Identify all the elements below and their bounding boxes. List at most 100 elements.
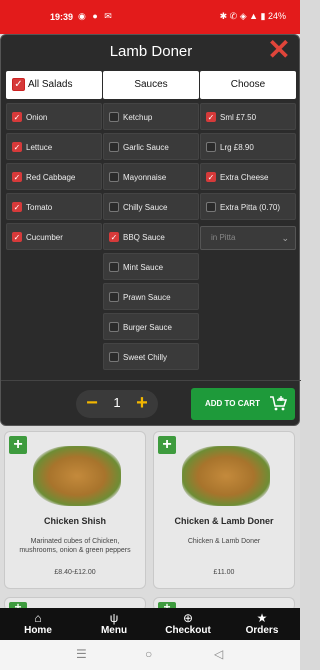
checkbox-checked-icon[interactable]: ✓ — [206, 172, 216, 182]
sauce-option-prawn[interactable]: Prawn Sauce — [103, 283, 199, 310]
item-options-modal: Lamb Doner ✕ ✓ All Salads ✓ Onion ✓ Lettuc… — [0, 34, 301, 426]
nav-checkout[interactable]: ⊕ Checkout — [158, 608, 218, 640]
checkbox-unchecked-icon[interactable] — [109, 142, 119, 152]
checkbox-checked-icon[interactable]: ✓ — [12, 232, 22, 242]
menu-card-chicken-lamb-doner[interactable]: + Chicken & Lamb Doner Chicken & Lamb Do… — [153, 431, 295, 589]
salad-option-tomato[interactable]: ✓ Tomato — [6, 193, 102, 220]
option-label: BBQ Sauce — [123, 233, 165, 242]
basket-icon: ⊕ — [182, 611, 194, 625]
sauces-column: Sauces Ketchup Garlic Sauce Mayonnaise C… — [103, 71, 199, 370]
add-item-icon[interactable]: + — [158, 436, 176, 454]
back-icon[interactable]: ◁ — [214, 647, 223, 661]
nav-orders[interactable]: ★ Orders — [234, 608, 290, 640]
quantity-stepper: − 1 + — [76, 390, 158, 418]
cutlery-icon: ψ — [109, 611, 119, 625]
add-to-cart-label: ADD TO CART — [205, 399, 260, 408]
checkbox-unchecked-icon[interactable] — [109, 352, 119, 362]
option-label: Prawn Sauce — [123, 293, 171, 302]
checkbox-checked-icon[interactable]: ✓ — [12, 202, 22, 212]
chevron-down-icon: ⌄ — [281, 233, 289, 243]
status-time: 19:39 — [50, 12, 74, 22]
bread-select[interactable]: in Pitta ⌄ — [200, 226, 296, 250]
menu-card-price: £8.40-£12.00 — [54, 569, 96, 576]
checkbox-unchecked-icon[interactable] — [109, 322, 119, 332]
option-label: Lettuce — [26, 143, 53, 152]
menu-card-name: Chicken Shish — [43, 516, 106, 526]
add-to-cart-button[interactable]: ADD TO CART — [191, 388, 295, 420]
minus-icon[interactable]: − — [82, 393, 102, 415]
checkbox-checked-icon[interactable]: ✓ — [12, 112, 22, 122]
option-label: Sweet Chilly — [123, 353, 168, 362]
system-navigation-bar: ☰ ○ ◁ — [0, 640, 300, 670]
salads-column: ✓ All Salads ✓ Onion ✓ Lettuce ✓ Red Cabbag… — [6, 71, 102, 250]
menu-card-price: £11.00 — [213, 569, 235, 576]
choose-option-extra-cheese[interactable]: ✓ Extra Cheese — [200, 163, 296, 190]
nav-menu[interactable]: ψ Menu — [86, 608, 142, 640]
checkbox-unchecked-icon[interactable] — [109, 262, 119, 272]
salad-option-red-cabbage[interactable]: ✓ Red Cabbage — [6, 163, 102, 190]
salad-option-onion[interactable]: ✓ Onion — [6, 103, 102, 130]
checkbox-unchecked-icon[interactable] — [206, 202, 216, 212]
sauce-option-chilly[interactable]: Chilly Sauce — [103, 193, 199, 220]
sauce-option-burger[interactable]: Burger Sauce — [103, 313, 199, 340]
choose-option-extra-pitta[interactable]: Extra Pitta (0.70) — [200, 193, 296, 220]
checkbox-unchecked-icon[interactable] — [109, 202, 119, 212]
option-label: Garlic Sauce — [123, 143, 169, 152]
bread-select-value: in Pitta — [211, 233, 236, 242]
menu-card-name: Chicken & Lamb Doner — [174, 516, 274, 526]
bottom-navigation: ⌂ Home ψ Menu ⊕ Checkout ★ Orders — [0, 608, 300, 640]
salad-option-lettuce[interactable]: ✓ Lettuce — [6, 133, 102, 160]
sauce-option-garlic[interactable]: Garlic Sauce — [103, 133, 199, 160]
star-icon: ★ — [256, 611, 268, 625]
option-label: Chilly Sauce — [123, 203, 168, 212]
choose-option-small[interactable]: ✓ Sml £7.50 — [200, 103, 296, 130]
nav-home[interactable]: ⌂ Home — [10, 608, 66, 640]
all-salads-label: All Salads — [28, 79, 73, 90]
checkbox-checked-icon[interactable]: ✓ — [12, 142, 22, 152]
plus-icon[interactable]: + — [132, 393, 152, 415]
menu-card-description: Marinated cubes of Chicken, mushrooms, o… — [19, 538, 131, 554]
sauce-option-sweet-chilly[interactable]: Sweet Chilly — [103, 343, 199, 370]
option-label: Lrg £8.90 — [220, 143, 254, 152]
close-icon[interactable]: ✕ — [267, 36, 291, 64]
option-label: Mayonnaise — [123, 173, 167, 182]
nav-label: Home — [24, 625, 52, 636]
add-item-icon[interactable]: + — [9, 436, 27, 454]
sauce-option-ketchup[interactable]: Ketchup — [103, 103, 199, 130]
checkbox-checked-icon[interactable]: ✓ — [206, 112, 216, 122]
food-image — [33, 446, 121, 506]
salad-option-cucumber[interactable]: ✓ Cucumber — [6, 223, 102, 250]
checkbox-unchecked-icon[interactable] — [109, 292, 119, 302]
sauce-option-mint[interactable]: Mint Sauce — [103, 253, 199, 280]
recent-apps-icon[interactable]: ☰ — [76, 647, 87, 661]
checkbox-unchecked-icon[interactable] — [206, 142, 216, 152]
checkbox-checked-icon[interactable]: ✓ — [109, 232, 119, 242]
sauce-option-bbq[interactable]: ✓ BBQ Sauce — [103, 223, 199, 250]
all-salads-toggle[interactable]: ✓ All Salads — [6, 71, 102, 99]
cart-plus-icon — [270, 396, 287, 411]
nav-label: Checkout — [165, 625, 211, 636]
food-image — [182, 446, 270, 506]
menu-card-description: Chicken & Lamb Doner — [187, 538, 261, 545]
option-label: Burger Sauce — [123, 323, 172, 332]
option-label: Sml £7.50 — [220, 113, 257, 122]
option-label: Extra Pitta (0.70) — [220, 203, 281, 212]
home-circle-icon[interactable]: ○ — [145, 647, 152, 661]
option-label: Extra Cheese — [220, 173, 269, 182]
nav-label: Orders — [245, 625, 279, 636]
checkbox-checked-icon[interactable]: ✓ — [12, 172, 22, 182]
menu-card-chicken-shish[interactable]: + Chicken Shish Marinated cubes of Chick… — [4, 431, 146, 589]
option-label: Onion — [26, 113, 48, 122]
quantity-value: 1 — [113, 395, 121, 410]
status-bar: 19:39 ◉ ● ✉ ✱ ✆ ◈ ▲ ▮ 24% — [0, 0, 300, 34]
choose-header: Choose — [200, 71, 296, 99]
choose-option-large[interactable]: Lrg £8.90 — [200, 133, 296, 160]
system-status-icons: ✱ ✆ ◈ ▲ ▮ 24% — [219, 11, 286, 21]
sauces-header: Sauces — [103, 71, 199, 99]
notification-icons: ◉ ● ✉ — [78, 11, 114, 21]
checkbox-unchecked-icon[interactable] — [109, 112, 119, 122]
sauce-option-mayonnaise[interactable]: Mayonnaise — [103, 163, 199, 190]
checkbox-checked-icon[interactable]: ✓ — [12, 78, 25, 91]
modal-title: Lamb Doner — [109, 43, 193, 60]
checkbox-unchecked-icon[interactable] — [109, 172, 119, 182]
